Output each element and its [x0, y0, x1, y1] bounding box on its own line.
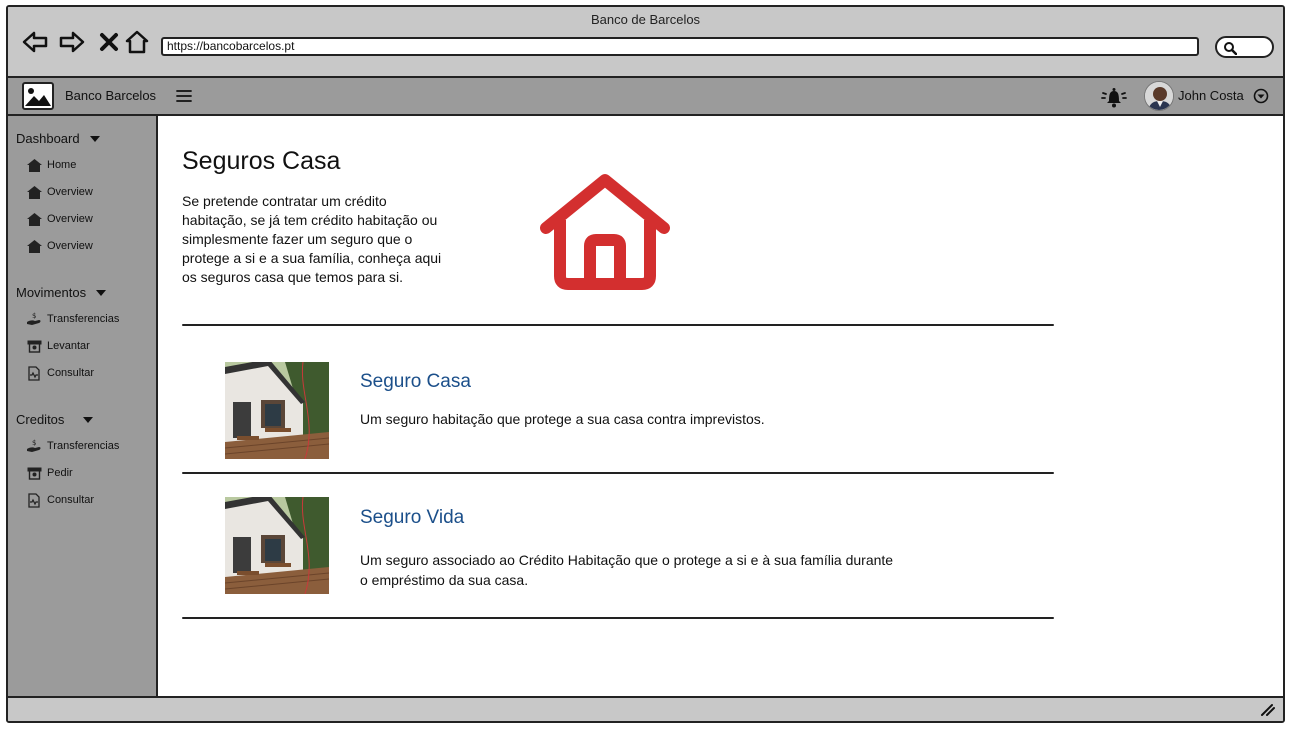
logo-image-icon[interactable]: [22, 82, 54, 110]
menu-icon[interactable]: [176, 89, 192, 108]
sidebar-item-levantar[interactable]: Levantar: [26, 339, 90, 353]
page-title: Seguros Casa: [182, 147, 341, 175]
browser-toolbar: Banco de Barcelos https://bancobarcelos.…: [8, 7, 1283, 78]
brand-name[interactable]: Banco Barcelos: [65, 88, 156, 103]
sidebar-item-label: Consultar: [47, 494, 95, 506]
search-icon: [1224, 42, 1237, 55]
browser-window: Banco de Barcelos https://bancobarcelos.…: [6, 5, 1285, 723]
sidebar-item-consultar[interactable]: Consultar: [26, 492, 95, 508]
status-bar: [8, 696, 1283, 721]
document-icon: [26, 492, 42, 508]
home-icon: [26, 185, 42, 199]
home-icon: [26, 158, 42, 172]
divider: [182, 617, 1054, 619]
sidebar-item-label: Pedir: [47, 467, 73, 479]
stop-close-icon[interactable]: [94, 27, 124, 57]
house-photo: [225, 497, 329, 594]
back-arrow-icon[interactable]: [20, 27, 50, 57]
caret-down-icon: [89, 135, 100, 142]
card-text-line: Um seguro associado ao Crédito Habitação…: [360, 552, 894, 568]
forward-arrow-icon[interactable]: [57, 27, 87, 57]
svg-text:$: $: [32, 312, 36, 320]
sidebar-item-label: Levantar: [47, 340, 90, 352]
url-input[interactable]: https://bancobarcelos.pt: [161, 37, 1199, 56]
sidebar-item-home[interactable]: Home: [26, 158, 76, 172]
caret-down-icon: [96, 289, 107, 296]
section-label: Movimentos: [16, 285, 87, 300]
intro-line: protege a si e a sua família, conheça aq…: [182, 250, 442, 266]
user-name[interactable]: John Costa: [1178, 88, 1244, 103]
section-label: Creditos: [16, 412, 65, 427]
sidebar-item-label: Transferencias: [47, 440, 120, 452]
resize-grip-icon[interactable]: [1259, 702, 1275, 721]
sidebar-section-movimentos[interactable]: Movimentos: [16, 285, 107, 300]
card-title-seguro-casa[interactable]: Seguro Casa: [360, 371, 471, 393]
sidebar-section-dashboard[interactable]: Dashboard: [16, 131, 100, 146]
home-icon: [26, 212, 42, 226]
avatar[interactable]: [1144, 81, 1174, 111]
divider: [182, 324, 1054, 326]
sidebar-item-consultar[interactable]: Consultar: [26, 365, 95, 381]
sidebar-item-label: Home: [47, 159, 77, 171]
card-title-seguro-vida[interactable]: Seguro Vida: [360, 507, 464, 529]
sidebar-item-transferencias[interactable]: $ Transferencias: [26, 312, 119, 326]
money-hand-icon: $: [26, 312, 42, 326]
document-icon: [26, 365, 42, 381]
intro-line: os seguros casa que temos para si.: [182, 269, 404, 285]
notification-bell-icon[interactable]: [1101, 86, 1127, 113]
sidebar-item-overview[interactable]: Overview: [26, 212, 93, 226]
home-icon: [26, 239, 42, 253]
caret-down-icon: [83, 416, 94, 423]
house-icon: [538, 172, 672, 295]
svg-text:$: $: [32, 439, 36, 447]
search-button[interactable]: [1215, 36, 1274, 58]
intro-line: simplesmente fazer um seguro que o: [182, 231, 413, 247]
card-text-line: o empréstimo da sua casa.: [360, 572, 529, 588]
section-label: Dashboard: [16, 131, 80, 146]
sidebar-item-overview[interactable]: Overview: [26, 185, 93, 199]
sidebar-section-creditos[interactable]: Creditos: [16, 412, 94, 427]
cash-icon: [26, 466, 42, 480]
sidebar-item-label: Overview: [47, 213, 93, 225]
intro-line: Se pretende contratar um crédito: [182, 193, 387, 209]
home-nav-icon[interactable]: [122, 27, 152, 57]
intro-line: habitação, se já tem crédito habitação o…: [182, 212, 438, 228]
intro-text: Se pretende contratar um crédito habitaç…: [182, 192, 492, 287]
chevron-down-icon[interactable]: [1253, 88, 1269, 109]
sidebar: Dashboard Home Overview Overview Overvie…: [8, 116, 158, 698]
card-description: Um seguro habitação que protege a sua ca…: [360, 409, 1000, 429]
sidebar-item-label: Overview: [47, 240, 93, 252]
app-header: Banco Barcelos John Costa: [8, 78, 1283, 116]
sidebar-item-label: Overview: [47, 186, 93, 198]
card-text-line: Um seguro habitação que protege a sua ca…: [360, 411, 765, 427]
card-description: Um seguro associado ao Crédito Habitação…: [360, 550, 1000, 590]
house-photo: [225, 362, 329, 459]
sidebar-item-overview[interactable]: Overview: [26, 239, 93, 253]
cash-icon: [26, 339, 42, 353]
sidebar-item-pedir[interactable]: Pedir: [26, 466, 73, 480]
window-title: Banco de Barcelos: [590, 12, 701, 27]
money-hand-icon: $: [26, 439, 42, 453]
divider: [182, 472, 1054, 474]
main-content: Seguros Casa Se pretende contratar um cr…: [160, 118, 1283, 698]
sidebar-item-label: Transferencias: [47, 313, 120, 325]
sidebar-item-transferencias[interactable]: $ Transferencias: [26, 439, 119, 453]
sidebar-item-label: Consultar: [47, 367, 95, 379]
